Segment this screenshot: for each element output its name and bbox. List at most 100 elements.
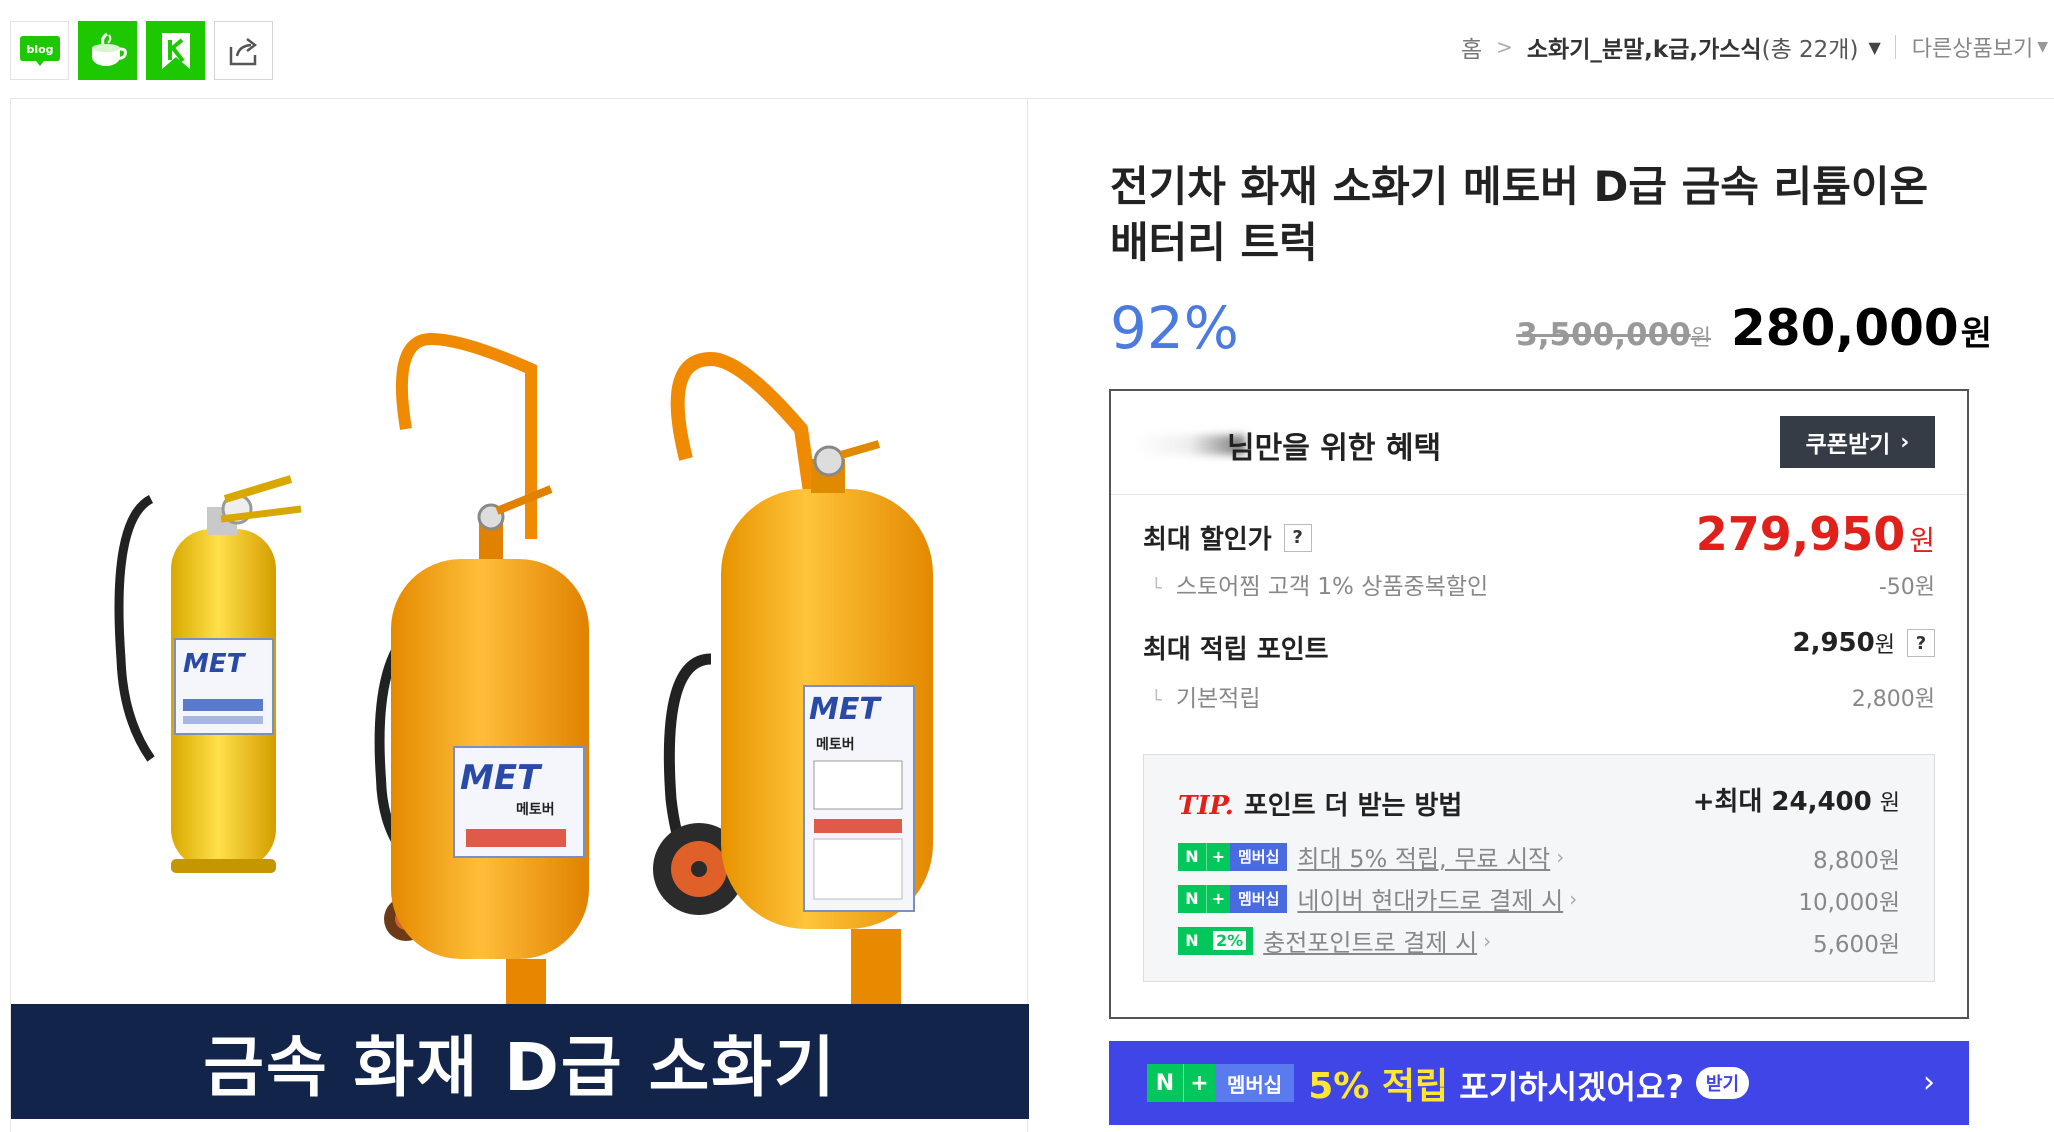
receive-pill-button[interactable]: 받기 bbox=[1695, 1067, 1750, 1099]
max-points-label: 최대 적립 포인트 bbox=[1143, 635, 1329, 665]
naver-plus-membership-badge: N + 멤버십 bbox=[1178, 842, 1288, 871]
naver-n-icon: N bbox=[1178, 842, 1206, 871]
sale-price: 280,000 bbox=[1730, 299, 1959, 357]
naver-n-icon: N bbox=[1147, 1064, 1183, 1102]
blog-icon: blog bbox=[19, 35, 60, 66]
product-title: 전기차 화재 소화기 메토버 D급 금속 리튬이온 배터리 트럭 bbox=[1110, 162, 1929, 267]
tip-label: TIP. bbox=[1178, 791, 1234, 821]
membership-promo-banner[interactable]: N + 멤버십 5% 적립 포기하시겠어요? 받기 › bbox=[1109, 1041, 1969, 1125]
svg-text:MET: MET bbox=[460, 758, 543, 798]
help-icon[interactable]: ? bbox=[1283, 523, 1312, 552]
caret-down-icon[interactable]: ▼ bbox=[2037, 39, 2048, 55]
basic-points-label: 기본적립 bbox=[1175, 686, 1261, 712]
sale-price-unit: 원 bbox=[1960, 314, 1992, 354]
breadcrumb-divider bbox=[1894, 35, 1896, 59]
caret-down-icon[interactable]: ▼ bbox=[1868, 38, 1880, 57]
help-icon[interactable]: ? bbox=[1907, 629, 1935, 657]
svg-text:메토버: 메토버 bbox=[816, 736, 855, 753]
naver-n-icon: N bbox=[1178, 926, 1206, 955]
benefit-box: 님만을 위한 혜택 쿠폰받기 › 최대 할인가 ? 279,950 원 └ 스토어찜… bbox=[1109, 389, 1969, 1019]
percent-badge-label: 2% bbox=[1213, 931, 1247, 950]
svg-text:blog: blog bbox=[26, 43, 53, 56]
product-photo-extinguishers[interactable]: MET MET 메토버 MET 메토버 bbox=[11, 99, 1029, 1004]
tip-row-membership[interactable]: N + 멤버십 최대 5% 적립, 무료 시작 › bbox=[1178, 839, 1564, 874]
store-favorite-discount-label: 스토어찜 고객 1% 상품중복할인 bbox=[1175, 574, 1489, 600]
tip-max-row: +최대 24,400 원 bbox=[1693, 781, 1900, 818]
chevron-right-icon: › bbox=[1483, 928, 1492, 953]
original-price-unit: 원 bbox=[1690, 326, 1711, 351]
coupon-button[interactable]: 쿠폰받기 › bbox=[1780, 416, 1935, 468]
tip-row-value: 8,800원 bbox=[1812, 848, 1900, 874]
plus-icon: + bbox=[1206, 884, 1230, 913]
tip-row-charge-points[interactable]: N 2% 충전포인트로 결제 시 › bbox=[1178, 923, 1491, 958]
breadcrumb: 홈 > 소화기_분말,k급,가스식 (총 22개) ▼ 다른상품보기 ▼ bbox=[1461, 30, 2048, 64]
share-button[interactable] bbox=[214, 21, 273, 80]
breadcrumb-category-count: (총 22개) bbox=[1761, 37, 1859, 63]
chevron-right-icon: › bbox=[1923, 1065, 1935, 1100]
breadcrumb-category-link[interactable]: 소화기_분말,k급,가스식 bbox=[1527, 30, 1762, 64]
membership-promo-question: 포기하시겠어요? bbox=[1459, 1068, 1684, 1106]
tip-row-link[interactable]: 충전포인트로 결제 시 bbox=[1263, 923, 1477, 958]
blog-share-button[interactable]: blog bbox=[10, 21, 69, 80]
chevron-right-icon: › bbox=[1556, 844, 1565, 869]
membership-badge-label: 멤버십 bbox=[1230, 884, 1288, 913]
top-bar: blog 홈 > 소화기_분말,k급,가스식 (총 22개) ▼ 다른상품보기 … bbox=[0, 0, 2054, 98]
tip-row-value: 5,600원 bbox=[1812, 932, 1900, 958]
product-page: blog 홈 > 소화기_분말,k급,가스식 (총 22개) ▼ 다른상품보기 … bbox=[0, 0, 2054, 1132]
large-extinguisher: MET 메토버 bbox=[653, 351, 933, 1004]
membership-promo-text: 5% 적립 포기하시겠어요? bbox=[1308, 1057, 1684, 1109]
naver-plus-membership-badge: N + 멤버십 bbox=[1147, 1064, 1295, 1102]
other-products-link[interactable]: 다른상품보기 bbox=[1912, 31, 2033, 63]
product-image-panel: MET MET 메토버 MET 메토버 금속 화재 D급 소화기 bbox=[10, 98, 1029, 1132]
keep-icon bbox=[161, 32, 190, 69]
tip-max-unit: 원 bbox=[1879, 791, 1900, 816]
price-row: 3,500,000 원 280,000 원 bbox=[1516, 299, 1992, 357]
chevron-right-icon: › bbox=[1569, 886, 1578, 911]
medium-extinguisher: MET 메토버 bbox=[374, 332, 589, 1004]
max-discount-label-row: 최대 할인가 ? bbox=[1143, 519, 1312, 556]
tip-title: 포인트 더 받는 방법 bbox=[1243, 791, 1463, 821]
naver-n-icon: N bbox=[1178, 884, 1206, 913]
max-discount-value-row: 279,950 원 bbox=[1696, 507, 1935, 561]
tip-row-hyundai-card[interactable]: N + 멤버십 네이버 현대카드로 결제 시 › bbox=[1178, 881, 1577, 916]
basic-points-value: 2,800원 bbox=[1851, 687, 1935, 712]
benefit-title: 님만을 위한 혜택 bbox=[1227, 431, 1442, 466]
benefit-header: 님만을 위한 혜택 쿠폰받기 › bbox=[1111, 391, 1967, 495]
tip-title-row: TIP. 포인트 더 받는 방법 bbox=[1178, 785, 1462, 822]
store-favorite-discount-value: -50원 bbox=[1878, 575, 1935, 600]
chevron-right-icon: › bbox=[1900, 429, 1910, 455]
keep-share-button[interactable] bbox=[146, 21, 205, 80]
breadcrumb-separator: > bbox=[1496, 35, 1513, 59]
share-icon bbox=[229, 37, 257, 65]
naver-pay-points-badge: N 2% bbox=[1178, 926, 1254, 955]
max-points-value-row: 2,950 원 ? bbox=[1792, 627, 1935, 659]
naver-plus-membership-badge: N + 멤버십 bbox=[1178, 884, 1288, 913]
percent-badge: 2% bbox=[1206, 926, 1254, 955]
tip-max-value: +최대 24,400 bbox=[1692, 787, 1872, 817]
tip-row-link[interactable]: 최대 5% 적립, 무료 시작 bbox=[1297, 839, 1550, 874]
tip-row-value: 10,000원 bbox=[1798, 890, 1900, 916]
membership-badge-label: 멤버십 bbox=[1215, 1064, 1295, 1102]
tip-row-link[interactable]: 네이버 현대카드로 결제 시 bbox=[1297, 881, 1563, 916]
cafe-share-button[interactable] bbox=[78, 21, 137, 80]
svg-text:MET: MET bbox=[809, 692, 882, 727]
breadcrumb-home-link[interactable]: 홈 bbox=[1461, 30, 1482, 64]
share-icons: blog bbox=[10, 21, 273, 80]
plus-icon: + bbox=[1183, 1064, 1215, 1102]
svg-text:메토버: 메토버 bbox=[516, 801, 555, 818]
max-points-value: 2,950 bbox=[1792, 628, 1875, 658]
cafe-cup-icon bbox=[91, 32, 127, 66]
svg-text:MET: MET bbox=[183, 649, 247, 679]
plus-icon: + bbox=[1206, 842, 1230, 871]
discount-rate: 92% bbox=[1110, 294, 1239, 362]
branch-icon: └ bbox=[1151, 578, 1162, 599]
tip-box: TIP. 포인트 더 받는 방법 +최대 24,400 원 N + 멤버십 최대 5% … bbox=[1143, 754, 1935, 982]
branch-icon: └ bbox=[1151, 690, 1162, 711]
banner-text: 금속 화재 D급 소화기 bbox=[203, 1028, 837, 1106]
store-favorite-discount-row: └ 스토어찜 고객 1% 상품중복할인 bbox=[1151, 567, 1488, 601]
basic-points-row: └ 기본적립 bbox=[1151, 679, 1260, 713]
membership-badge-label: 멤버십 bbox=[1230, 842, 1288, 871]
max-discount-price: 279,950 bbox=[1695, 507, 1906, 561]
small-extinguisher: MET bbox=[114, 475, 302, 873]
membership-promo-highlight: 5% 적립 bbox=[1308, 1066, 1449, 1107]
